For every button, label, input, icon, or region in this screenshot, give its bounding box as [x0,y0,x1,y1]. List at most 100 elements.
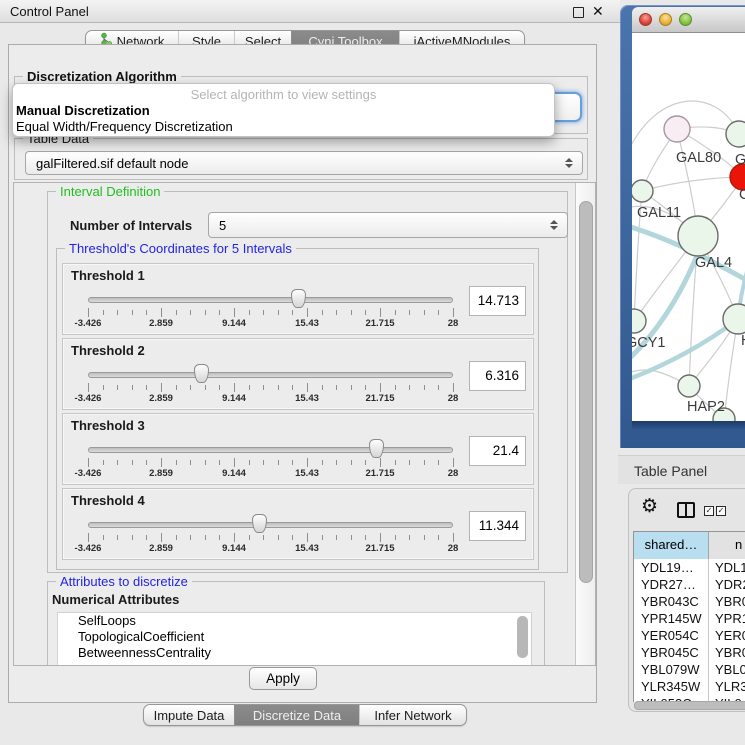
slider-track[interactable] [88,297,453,303]
threshold-value-field[interactable]: 11.344 [469,511,526,541]
slider-track[interactable] [88,447,453,453]
slider-tick [395,385,396,390]
table-cell: YDR27… [634,576,709,593]
popup-item[interactable]: Equal Width/Frequency Discretization [13,119,554,135]
checkbox-checked-icon[interactable]: ✓ [716,506,726,516]
slider-tick [278,535,279,540]
checkbox-checked-icon[interactable]: ✓ [704,506,714,516]
slider-track[interactable] [88,372,453,378]
slider-tick [278,460,279,465]
gear-icon[interactable]: ⚙ [641,497,658,517]
table-row[interactable]: YLR345WYLR3 [634,678,745,695]
attribute-list-item[interactable]: BetweennessCentrality [58,645,531,661]
slider-tick [161,383,162,392]
slider-tick [322,535,323,540]
slider-tick [132,535,133,540]
table-row[interactable]: YPR145WYPR1 [634,610,745,627]
slider-tick [190,535,191,540]
close-traffic-light-icon[interactable] [639,13,652,26]
network-node[interactable] [678,216,718,256]
table-header-row[interactable]: shared…n [634,532,745,559]
settings-scrollpane: Interval Definition Number of Intervals … [13,182,596,666]
slider-tick [146,385,147,390]
attribute-list-item[interactable]: SelfLoops [58,613,531,629]
minimize-traffic-light-icon[interactable] [659,13,672,26]
table-row[interactable]: YDL19…YDL1 [634,559,745,576]
table-row[interactable]: YBL079WYBL0 [634,661,745,678]
slider-tick [103,310,104,315]
tab-impute-data[interactable]: Impute Data [144,705,234,725]
float-window-icon[interactable] [573,7,584,18]
network-node[interactable] [664,116,690,142]
attribute-list-item[interactable]: TopologicalCoefficient [58,629,531,645]
threshold-value-field[interactable]: 21.4 [469,436,526,466]
threshold-value-field[interactable]: 14.713 [469,286,526,316]
close-icon[interactable]: ✕ [592,3,604,20]
table-row[interactable]: YBR043CYBR0 [634,593,745,610]
split-columns-icon[interactable] [677,502,695,518]
slider-tick [380,458,381,467]
table-row[interactable]: YBR045CYBR0 [634,644,745,661]
slider-tick [205,385,206,390]
slider-tick [307,458,308,467]
slider-thumb[interactable] [252,514,267,533]
network-graph[interactable]: GAL80GACGAL11GAL4GCY1HHAP2 [632,33,745,421]
network-node[interactable] [678,375,700,397]
slider-thumb[interactable] [194,364,209,383]
slider-tick [409,535,410,540]
slider-track[interactable] [88,522,453,528]
network-canvas[interactable]: GAL80GACGAL11GAL4GCY1HHAP2 [632,33,745,421]
tab-discretize-data[interactable]: Discretize Data [234,705,359,725]
table-row[interactable]: YDR27…YDR2 [634,576,745,593]
network-node[interactable] [632,180,653,202]
table-header-cell[interactable]: shared… [634,532,709,559]
tab-infer-network[interactable]: Infer Network [359,705,466,725]
popup-item[interactable]: Manual Discretization [13,103,554,119]
network-window-titlebar[interactable] [632,7,745,33]
slider-tick [249,385,250,390]
network-node[interactable] [726,121,745,147]
slider-tick [365,385,366,390]
slider-tick-label: -3.426 [58,543,118,554]
slider-tick [234,458,235,467]
slider-tick-label: 28 [423,468,483,479]
tab-label: Discretize Data [253,708,341,723]
slider-tick [292,460,293,465]
algorithm-dropdown-popup[interactable]: Select algorithm to view settingsManual … [12,83,555,137]
threshold-value-field[interactable]: 6.316 [469,361,526,391]
table-row[interactable]: YER054CYER0 [634,627,745,644]
node-table[interactable]: shared…n YDL19…YDL1YDR27…YDR2YBR043CYBR0… [633,531,745,702]
slider-tick [146,310,147,315]
slider-thumb[interactable] [291,289,306,308]
slider-tick [219,310,220,315]
network-node-label: HAP2 [687,399,725,415]
table-body[interactable]: YDL19…YDL1YDR27…YDR2YBR043CYBR0YPR145WYP… [634,559,745,702]
slider-tick [365,535,366,540]
slider-tick [263,535,264,540]
threshold-label: Threshold 4 [71,493,145,508]
table-cell: YPR1 [709,610,745,627]
table-header-cell[interactable]: n [709,532,745,559]
vertical-scrollbar-thumb[interactable] [579,201,593,583]
table-data-combobox[interactable]: galFiltered.sif default node [25,151,583,175]
slider-tick [365,460,366,465]
numerical-attributes-list[interactable]: SelfLoopsTopologicalCoefficientBetweenne… [57,612,532,666]
slider-tick [292,310,293,315]
network-node[interactable] [632,309,646,333]
tab-label: Impute Data [154,708,225,723]
slider-tick [322,385,323,390]
slider-tick [336,310,337,315]
slider-tick [336,535,337,540]
spinner-arrows-icon [565,158,573,168]
apply-button[interactable]: Apply [249,667,317,690]
list-scrollbar-thumb[interactable] [517,616,528,658]
table-cell: YDL1 [709,559,745,576]
zoom-traffic-light-icon[interactable] [679,13,692,26]
slider-tick [380,383,381,392]
slider-thumb[interactable] [369,439,384,458]
slider-tick [409,310,410,315]
slider-tick [146,460,147,465]
horizontal-scrollbar-thumb[interactable] [634,701,745,710]
vertical-scrollbar[interactable] [575,183,596,665]
number-of-intervals-combobox[interactable]: 5 [208,212,568,238]
